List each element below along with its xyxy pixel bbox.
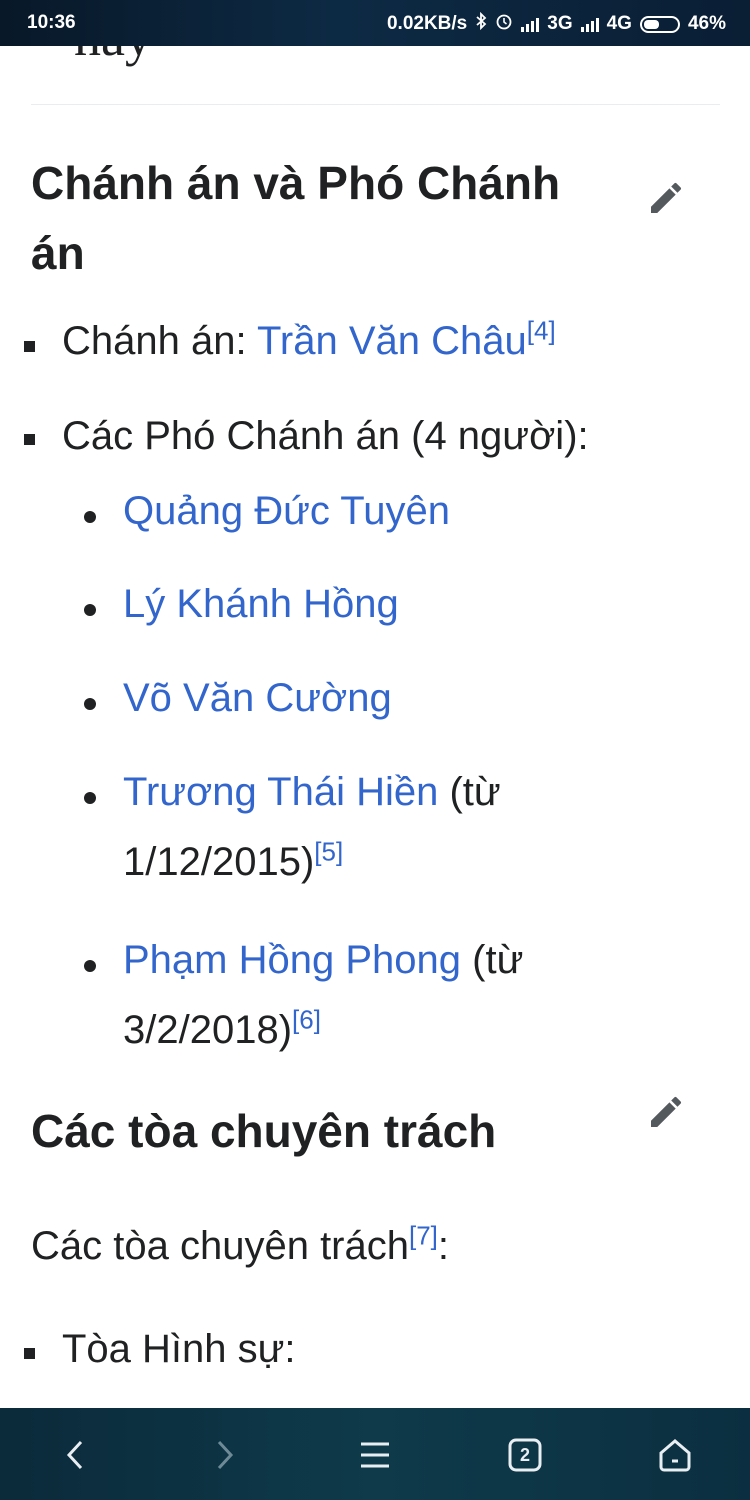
list-item-criminal-court: Tòa Hình sự: — [62, 1327, 296, 1371]
article-content: nay Chánh án và Phó Chánh án Chánh án: T… — [0, 46, 750, 1408]
sub-bullet — [84, 511, 96, 523]
reference-6[interactable]: [6] — [292, 1005, 321, 1035]
intro-paragraph: Các tòa chuyên trách[7]: — [31, 1211, 449, 1281]
status-bar: 10:36 0.02KB/s 3G 4G 46% — [0, 0, 750, 46]
browser-bottom-bar: 2 — [0, 1408, 750, 1500]
edit-icon[interactable] — [646, 1092, 686, 1132]
link-deputy-4[interactable]: Trương Thái Hiền — [123, 770, 438, 814]
reference-7[interactable]: [7] — [409, 1221, 438, 1251]
deputy-date: 3/2/2018) — [123, 1008, 293, 1052]
divider — [31, 104, 720, 105]
network-speed: 0.02KB/s — [386, 13, 468, 34]
list-item-deputy: Quảng Đức Tuyên — [123, 476, 450, 546]
clock: 10:36 — [27, 12, 76, 33]
reference-4[interactable]: [4] — [527, 316, 556, 346]
alarm-icon — [495, 12, 513, 36]
forward-button[interactable] — [202, 1432, 248, 1478]
list-item-deputy: Phạm Hồng Phong (từ 3/2/2018)[6] — [123, 925, 683, 1065]
tabs-count: 2 — [519, 1444, 530, 1465]
list-item-deputy: Trương Thái Hiền (từ 1/12/2015)[5] — [123, 757, 683, 897]
menu-icon[interactable] — [352, 1432, 398, 1478]
link-deputy-5[interactable]: Phạm Hồng Phong — [123, 938, 461, 982]
list-bullet — [24, 434, 35, 445]
list-item-deputy: Võ Văn Cường — [123, 663, 392, 733]
link-deputy-1[interactable]: Quảng Đức Tuyên — [123, 489, 450, 533]
sub-bullet — [84, 698, 96, 710]
list-bullet — [24, 1348, 35, 1359]
home-icon[interactable] — [652, 1432, 698, 1478]
battery-icon — [639, 15, 680, 33]
intro-suffix: : — [437, 1224, 450, 1268]
intro-text: Các tòa chuyên trách — [31, 1224, 409, 1268]
deputy-note: (từ — [461, 938, 524, 982]
signal-icon — [521, 16, 540, 32]
list-item-deputy: Lý Khánh Hồng — [123, 569, 399, 639]
link-deputy-3[interactable]: Võ Văn Cường — [123, 676, 392, 720]
sub-bullet — [84, 960, 96, 972]
link-chief-justice[interactable]: Trần Văn Châu — [257, 319, 527, 363]
section-heading-courts: Các tòa chuyên trách — [31, 1105, 497, 1157]
status-indicators: 0.02KB/s 3G 4G 46% — [386, 11, 726, 36]
list-item-deputies: Các Phó Chánh án (4 người): — [62, 414, 589, 458]
deputy-note: (từ — [438, 770, 501, 814]
previous-heading-fragment: nay — [74, 46, 152, 68]
edit-icon[interactable] — [646, 178, 686, 218]
network-type-2: 4G — [606, 13, 632, 34]
network-type-1: 3G — [547, 13, 573, 34]
bluetooth-icon — [475, 11, 487, 36]
sub-bullet — [84, 792, 96, 804]
list-bullet — [24, 341, 35, 352]
chief-label: Chánh án: — [62, 319, 257, 363]
sub-bullet — [84, 604, 96, 616]
back-button[interactable] — [52, 1432, 98, 1478]
section-heading-judges: Chánh án và Phó Chánh án — [31, 157, 561, 279]
tabs-button[interactable]: 2 — [502, 1432, 548, 1478]
deputy-date: 1/12/2015) — [123, 840, 315, 884]
signal-icon — [580, 16, 599, 32]
battery-level: 46% — [687, 13, 726, 34]
reference-5[interactable]: [5] — [314, 837, 343, 867]
list-item-chief-justice: Chánh án: Trần Văn Châu[4] — [62, 306, 556, 376]
link-deputy-2[interactable]: Lý Khánh Hồng — [123, 582, 399, 626]
